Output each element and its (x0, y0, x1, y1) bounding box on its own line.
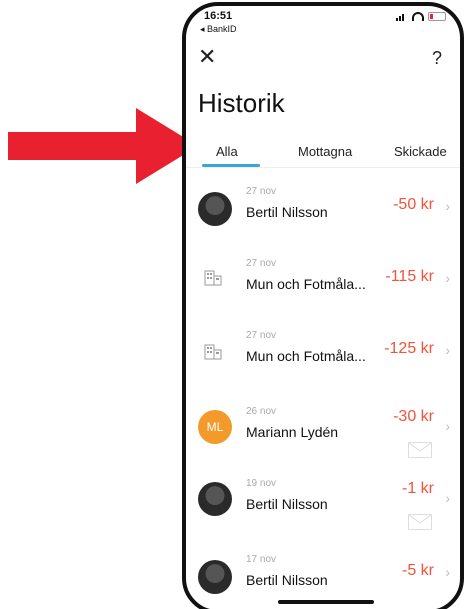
status-icons (396, 12, 446, 21)
home-indicator[interactable] (278, 600, 374, 604)
chevron-right-icon: › (445, 564, 450, 580)
transaction-date: 19 nov (246, 478, 277, 489)
transaction-row[interactable]: ML 26 nov Mariann Lydén -30 kr › (186, 396, 460, 472)
building-icon (204, 270, 222, 286)
transaction-amount: -125 kr (384, 340, 434, 357)
chevron-right-icon: › (445, 198, 450, 214)
transaction-amount: -30 kr (393, 408, 434, 425)
battery-icon (428, 12, 446, 21)
tab-divider (186, 167, 460, 168)
transaction-row[interactable]: 27 nov Mun och Fotmåla... -115 kr › (186, 248, 460, 318)
avatar (198, 192, 232, 226)
transaction-name: Bertil Nilsson (246, 204, 328, 220)
transaction-row[interactable]: 27 nov Mun och Fotmåla... -125 kr › (186, 320, 460, 390)
avatar (198, 560, 232, 594)
transaction-amount: -50 kr (393, 196, 434, 213)
transaction-date: 27 nov (246, 330, 277, 341)
tab-skickade[interactable]: Skickade (394, 144, 447, 159)
history-screen: 16:51 ◂ BankID ✕ ? Historik Alla Mottagn… (186, 6, 460, 609)
signal-icon (396, 13, 408, 21)
avatar: ML (198, 410, 232, 444)
message-envelope-icon (408, 514, 432, 530)
chevron-right-icon: › (445, 490, 450, 506)
transaction-date: 26 nov (246, 406, 277, 417)
transaction-date: 17 nov (246, 554, 277, 565)
tab-bar: Alla Mottagna Skickade (186, 136, 460, 168)
tab-mottagna[interactable]: Mottagna (298, 144, 352, 159)
building-icon (204, 344, 222, 360)
tab-alla[interactable]: Alla (216, 144, 238, 159)
transaction-name: Mun och Fotmåla... (246, 276, 366, 292)
status-time: 16:51 (204, 10, 233, 22)
page-title: Historik (198, 88, 285, 118)
back-to-app-link[interactable]: ◂ BankID (200, 24, 237, 35)
transaction-row[interactable]: 19 nov Bertil Nilsson -1 kr › (186, 466, 460, 542)
chevron-right-icon: › (445, 418, 450, 434)
transaction-name: Mun och Fotmåla... (246, 348, 366, 364)
close-button[interactable]: ✕ (198, 46, 216, 68)
help-button[interactable]: ? (432, 48, 442, 69)
transaction-name: Mariann Lydén (246, 424, 339, 440)
transaction-date: 27 nov (246, 186, 277, 197)
transaction-amount: -115 kr (385, 268, 434, 285)
transaction-date: 27 nov (246, 258, 277, 269)
transaction-name: Bertil Nilsson (246, 496, 328, 512)
transaction-amount: -5 kr (402, 562, 434, 579)
avatar (198, 482, 232, 516)
message-envelope-icon (408, 442, 432, 458)
transaction-row[interactable]: 27 nov Bertil Nilsson -50 kr › (186, 176, 460, 246)
red-arrow-annotation (8, 108, 198, 184)
chevron-right-icon: › (445, 342, 450, 358)
wifi-icon (412, 12, 424, 21)
transaction-amount: -1 kr (402, 480, 434, 497)
transaction-name: Bertil Nilsson (246, 572, 328, 588)
chevron-right-icon: › (445, 270, 450, 286)
phone-frame: 16:51 ◂ BankID ✕ ? Historik Alla Mottagn… (182, 2, 464, 609)
